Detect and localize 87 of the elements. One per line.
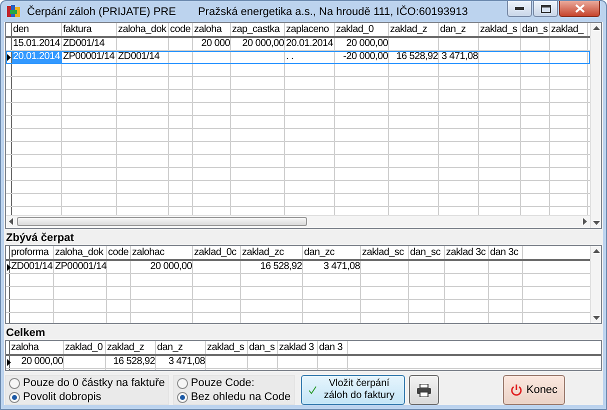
insert-button[interactable]: Vložit čerpání záloh do faktury <box>300 375 405 405</box>
table-cell-text: 3 471,08 <box>167 356 206 368</box>
column-header[interactable]: code <box>169 23 193 36</box>
column-header[interactable]: zaklad 3c <box>445 246 489 259</box>
minimize-button[interactable] <box>507 1 532 17</box>
table-cell-text: 20 000,00 <box>20 356 64 368</box>
close-button[interactable] <box>559 1 600 17</box>
table-cell: 20.01.2014 <box>12 51 62 63</box>
column-header[interactable]: zaklad_0 <box>64 341 106 354</box>
table-cell-text: 16 528,92 <box>112 356 156 368</box>
section-label: Zbývá čerpat <box>5 230 75 245</box>
data-grid[interactable]: proforma zaloha_dok code zalohac zaklad_0c zaklad_zc dan_zc zaklad_sc dan_sc zaklad 3c dan 3c ZD001/14 ZP00001/14 20 000,00 16 528,92 3 471,08 <box>5 244 602 324</box>
table-cell: ZP00001/14 <box>54 260 107 273</box>
table-cell: ZD001/14 <box>10 260 54 273</box>
table-cell-text: 20 000,00 <box>241 38 285 50</box>
table-cell-text: 16 528,92 <box>395 51 439 63</box>
table-cell-text: 16 528,92 <box>259 260 303 273</box>
column-header[interactable]: zaklad_0c <box>193 246 241 259</box>
column-header[interactable]: dan_s <box>521 23 550 36</box>
column-header[interactable]: dan_s <box>248 341 278 354</box>
section-label: Celkem <box>5 326 46 340</box>
close-icon <box>574 4 584 13</box>
scroll-down-icon[interactable] <box>592 316 600 320</box>
column-header[interactable]: zaklad 3 <box>278 341 318 354</box>
current-row-icon <box>7 359 11 366</box>
column-header[interactable]: zap_castka <box>231 23 285 36</box>
column-header[interactable]: dan 3 <box>318 341 348 354</box>
column-header[interactable]: zaloha_dok <box>54 246 107 259</box>
scroll-left-icon[interactable] <box>9 218 13 226</box>
column-header[interactable]: zaklad_z <box>106 341 156 354</box>
print-button[interactable] <box>408 375 439 405</box>
column-header[interactable]: zaklad_sc <box>361 246 409 259</box>
table-cell-text: ZD001/14 <box>62 38 106 50</box>
radio-option[interactable]: Pouze Code: <box>176 377 291 389</box>
column-header[interactable]: zaloha <box>10 341 64 354</box>
column-header[interactable]: code <box>107 246 131 259</box>
column-header[interactable]: dan_z <box>156 341 206 354</box>
column-header[interactable]: dan_z <box>439 23 479 36</box>
printer-icon <box>416 384 431 396</box>
horizontal-scrollbar[interactable] <box>6 214 590 228</box>
scroll-up-icon[interactable] <box>592 248 600 253</box>
column-header[interactable]: faktura <box>62 23 117 36</box>
vertical-scrollbar[interactable] <box>590 23 601 228</box>
column-header[interactable]: proforma <box>10 246 54 259</box>
radio-option[interactable]: Bez ohledu na Code <box>176 391 291 403</box>
radio-option[interactable]: Pouze do 0 částky na faktuře <box>9 377 165 389</box>
table-cell-text: 20 000,00 <box>345 38 389 50</box>
table-cell-text: ZP00001/14 <box>62 51 116 63</box>
column-header[interactable]: zalohac <box>131 246 193 259</box>
table-cell-text: 15.01.2014 <box>12 38 62 50</box>
column-header[interactable]: den <box>12 23 62 36</box>
column-header[interactable]: dan_sc <box>409 246 445 259</box>
table-cell-text: 3 471,08 <box>440 51 479 63</box>
scroll-right-icon[interactable] <box>583 218 587 226</box>
column-header[interactable]: zaloha <box>193 23 231 36</box>
power-icon <box>510 383 522 397</box>
column-header[interactable]: dan_zc <box>303 246 361 259</box>
table-cell-text: 20 000 <box>200 38 231 50</box>
window-subtitle: Pražská energetika a.s., Na hroudě 111, IČO:60193913 <box>198 6 468 18</box>
minimize-icon <box>515 7 524 10</box>
table-cell-text: . . <box>285 51 294 63</box>
table-cell-text: 20 000,00 <box>149 260 193 273</box>
current-row-icon <box>7 264 11 271</box>
column-header[interactable]: zaklad_0 <box>335 23 389 36</box>
table-cell-text: 20.01.2014 <box>285 38 334 50</box>
data-grid[interactable] <box>5 22 602 229</box>
table-cell-text: 3 471,08 <box>322 260 361 273</box>
table-cell-text: -20 000,00 <box>342 51 389 63</box>
column-header[interactable]: zaklad_z <box>389 23 439 36</box>
scroll-down-icon[interactable] <box>592 220 600 225</box>
table-cell-text: ZD001/14 <box>117 51 161 63</box>
column-header[interactable]: zaklad_zc <box>241 246 303 259</box>
radio-option[interactable]: Povolit dobropis <box>9 391 165 403</box>
maximize-button[interactable] <box>533 1 558 17</box>
column-header[interactable]: zaklad_ <box>550 23 588 36</box>
column-header[interactable]: dan 3c <box>489 246 523 259</box>
vertical-scrollbar[interactable] <box>590 246 601 324</box>
scroll-up-icon[interactable] <box>592 26 600 30</box>
column-header[interactable]: zaklad_s <box>479 23 521 36</box>
column-header[interactable]: zaklad_s <box>206 341 248 354</box>
app-icon <box>7 5 21 18</box>
column-header[interactable]: zaplaceno <box>285 23 335 36</box>
exit-button[interactable]: Konec <box>502 375 565 405</box>
data-grid[interactable]: zaloha zaklad_0 zaklad_z dan_z zaklad_s dan_s zaklad 3 dan 3 20 000,00 16 528,92 3 471,08 <box>5 340 602 371</box>
maximize-icon <box>540 4 550 12</box>
window-title: Čerpání záloh (PRIJATE) PRE <box>27 6 176 18</box>
column-header[interactable]: zaloha_dok <box>117 23 169 36</box>
